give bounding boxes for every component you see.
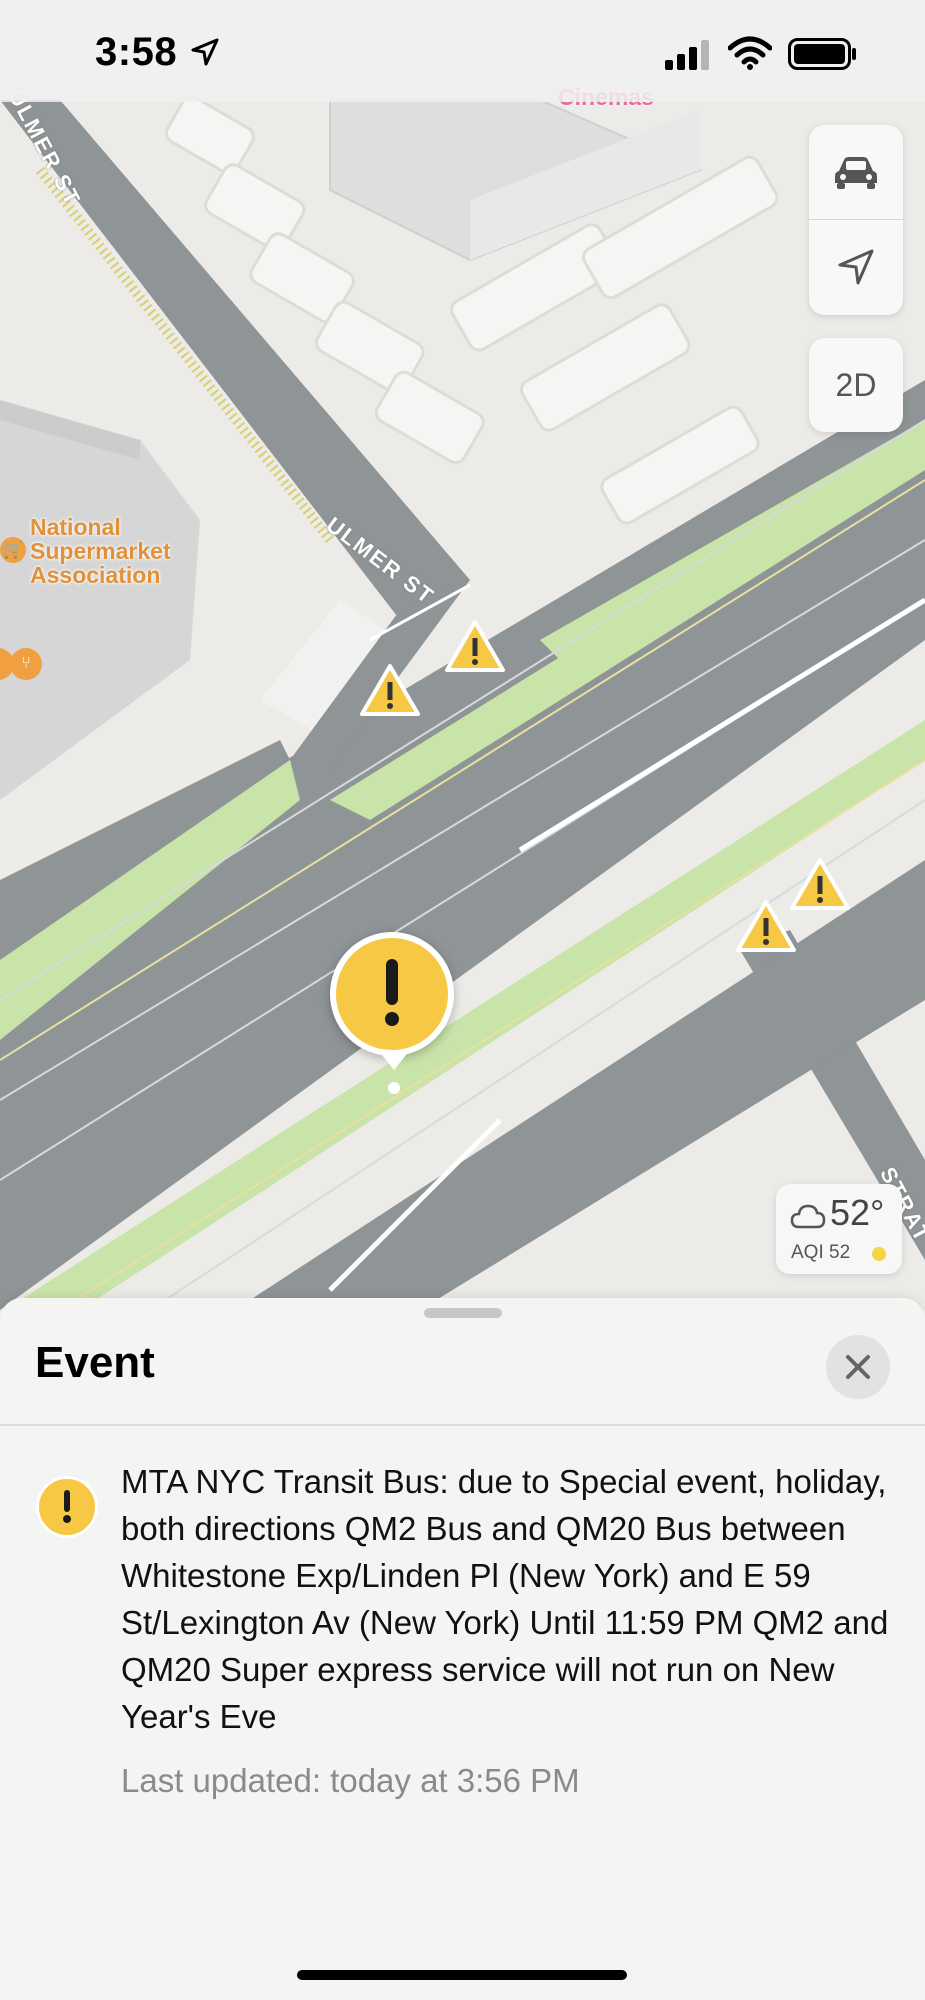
cellular-signal-icon: [665, 40, 709, 70]
driving-mode-button[interactable]: [809, 125, 903, 219]
status-time: 3:58: [95, 30, 178, 74]
last-updated-text: Last updated: today at 3:56 PM: [121, 1762, 580, 1799]
restaurant-icon[interactable]: ⑂: [10, 648, 42, 680]
sheet-title: Event: [35, 1338, 155, 1387]
event-warning-icon: [36, 1476, 98, 1538]
exclamation-icon: [63, 1490, 71, 1523]
status-bar: 3:58: [0, 0, 925, 102]
pin-location-dot: [388, 1082, 400, 1094]
pin-tail: [378, 1050, 410, 1070]
poi-supermarket-label[interactable]: National Supermarket Association: [30, 515, 171, 587]
location-arrow-icon: [838, 249, 874, 285]
close-icon: [846, 1355, 870, 1379]
poi-supermarket-line2: Supermarket: [30, 538, 171, 564]
battery-icon: [788, 38, 856, 70]
event-detail-sheet: Event MTA NYC Transit Bus: due to Specia…: [0, 1298, 925, 2000]
temperature-value: 52°: [830, 1192, 885, 1233]
aqi-indicator-dot: [872, 1247, 886, 1261]
map-canvas[interactable]: [0, 0, 925, 1310]
location-arrow-icon: [191, 38, 219, 66]
home-indicator[interactable]: [297, 1970, 627, 1980]
cloud-icon: [790, 1204, 826, 1229]
car-icon: [835, 157, 877, 189]
map-view[interactable]: Cinemas 🛒 National Supermarket Associati…: [0, 0, 925, 1310]
sheet-divider: [0, 1424, 925, 1426]
tracking-button[interactable]: [809, 220, 903, 314]
shopping-cart-icon[interactable]: 🛒: [0, 537, 26, 563]
event-description: MTA NYC Transit Bus: due to Special even…: [121, 1463, 889, 1735]
close-button[interactable]: [826, 1335, 890, 1399]
aqi-value: AQI 52: [791, 1242, 851, 1263]
exclamation-icon: [385, 959, 399, 1026]
view-mode-2d-button[interactable]: 2D: [809, 338, 903, 432]
weather-widget[interactable]: 52° AQI 52: [776, 1184, 902, 1274]
sheet-grabber[interactable]: [424, 1308, 502, 1318]
map-controls-panel: [809, 125, 903, 315]
poi-supermarket-line3: Association: [30, 562, 161, 588]
event-pin[interactable]: [330, 932, 454, 1056]
poi-supermarket-line1: National: [30, 514, 121, 540]
wifi-icon: [728, 36, 772, 70]
